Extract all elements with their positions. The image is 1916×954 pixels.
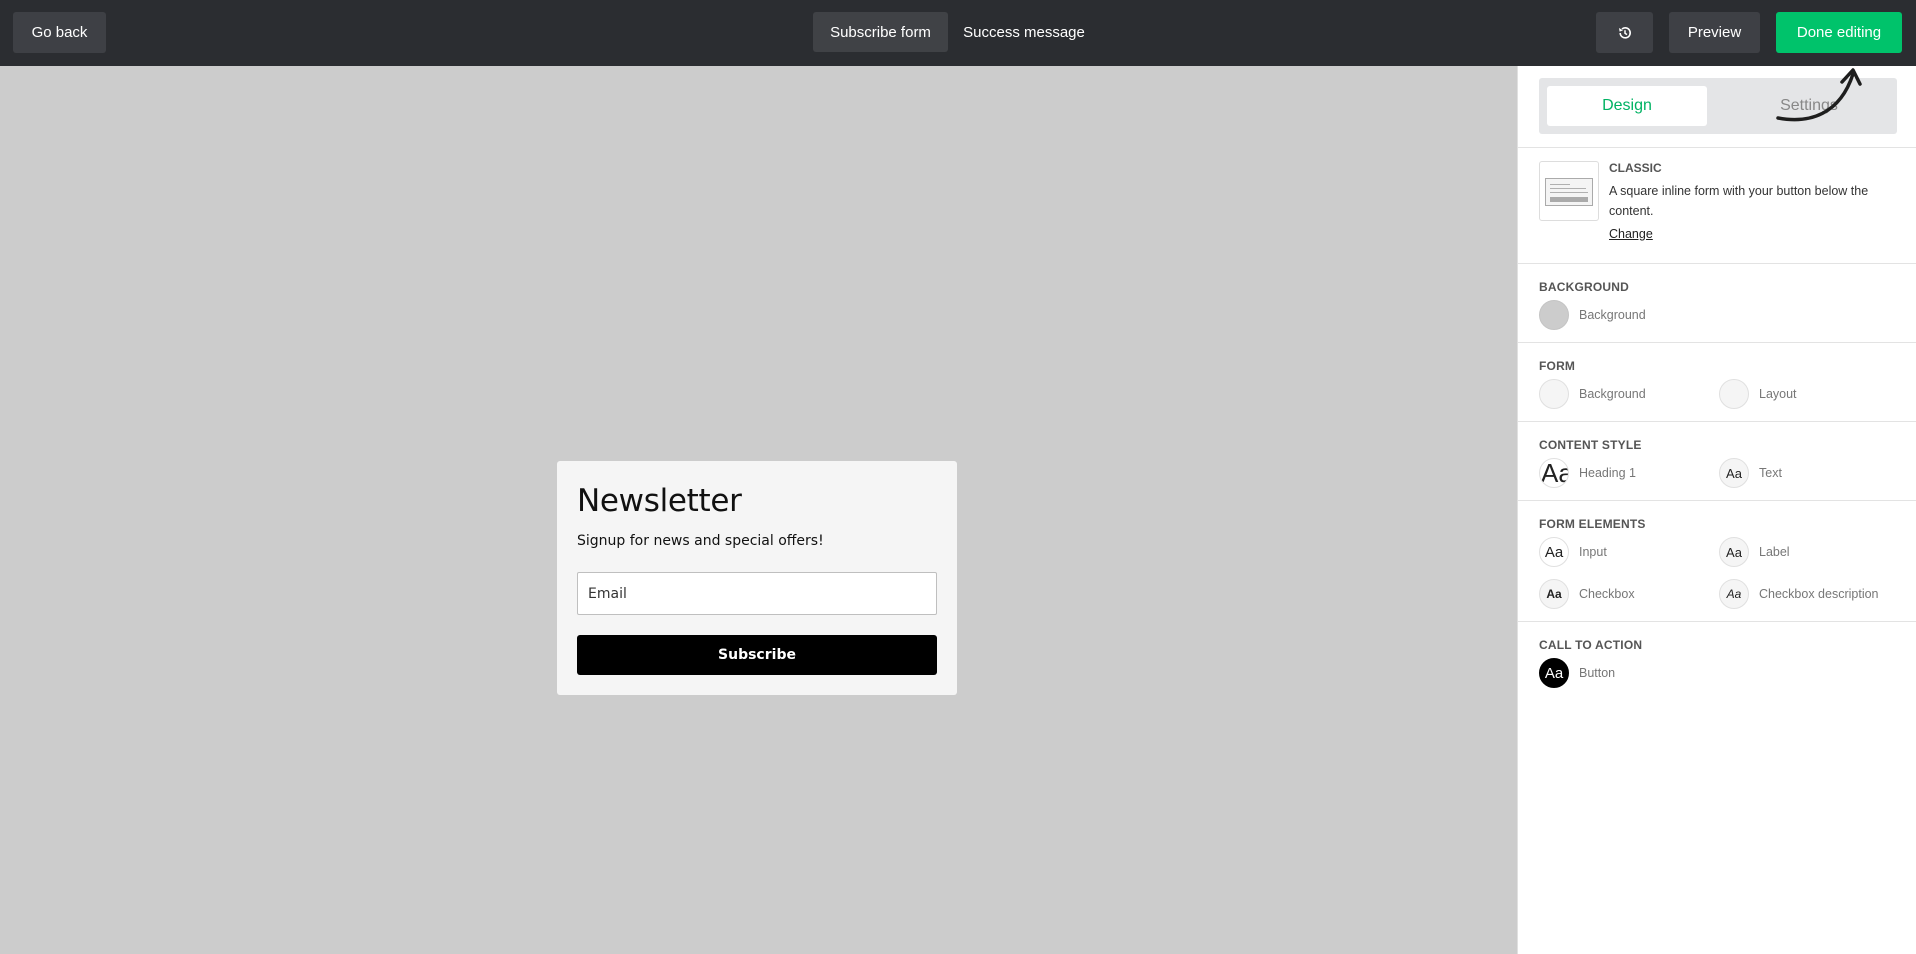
option-label: Background [1579, 308, 1646, 322]
tab-subscribe-form[interactable]: Subscribe form [813, 12, 948, 52]
option-label: Checkbox description [1759, 587, 1879, 601]
preview-button[interactable]: Preview [1669, 12, 1760, 53]
option-label: Layout [1759, 387, 1797, 401]
change-template-link[interactable]: Change [1609, 227, 1653, 241]
history-icon [1618, 26, 1631, 39]
form-background-option[interactable]: Background [1539, 379, 1646, 409]
input-glyph: Aa [1539, 537, 1569, 567]
section-title: BACKGROUND [1539, 280, 1629, 294]
thumb-bar [1550, 197, 1588, 202]
template-name: CLASSIC [1609, 161, 1662, 175]
form-title[interactable]: Newsletter [577, 483, 742, 519]
email-input[interactable] [577, 572, 937, 615]
option-label: Checkbox [1579, 587, 1635, 601]
section-title: FORM ELEMENTS [1539, 517, 1646, 531]
tab-success-message[interactable]: Success message [954, 12, 1094, 52]
section-title: CALL TO ACTION [1539, 638, 1643, 652]
text-option[interactable]: Aa Text [1719, 458, 1782, 488]
tab-design[interactable]: Design [1547, 86, 1707, 126]
done-editing-button[interactable]: Done editing [1776, 12, 1902, 53]
form-canvas: Newsletter Signup for news and special o… [0, 66, 1517, 954]
call-to-action-section: CALL TO ACTION Aa Button [1518, 622, 1916, 702]
content-style-section: CONTENT STYLE Aa Heading 1 Aa Text [1518, 422, 1916, 501]
subscribe-button[interactable]: Subscribe [577, 635, 937, 675]
background-section: BACKGROUND Background [1518, 264, 1916, 343]
heading-1-glyph: Aa [1539, 458, 1569, 488]
checkbox-description-glyph: Aa [1719, 579, 1749, 609]
thumb-line [1550, 184, 1570, 185]
label-glyph: Aa [1719, 537, 1749, 567]
history-button[interactable] [1596, 12, 1653, 53]
button-glyph: Aa [1539, 658, 1569, 688]
template-thumbnail[interactable] [1539, 161, 1599, 221]
top-bar: Go back Subscribe form Success message P… [0, 0, 1916, 66]
template-thumbnail-form [1545, 178, 1593, 206]
thumb-line [1550, 188, 1586, 189]
background-option[interactable]: Background [1539, 300, 1646, 330]
button-style-option[interactable]: Aa Button [1539, 658, 1615, 688]
template-description: A square inline form with your button be… [1609, 184, 1869, 218]
thumb-line [1550, 192, 1588, 193]
option-label: Background [1579, 387, 1646, 401]
checkbox-glyph: Aa [1539, 579, 1569, 609]
option-label: Button [1579, 666, 1616, 680]
go-back-button[interactable]: Go back [13, 12, 106, 53]
heading-1-option[interactable]: Aa Heading 1 [1539, 458, 1636, 488]
design-panel: Design Settings CLASSIC A square inline … [1517, 66, 1916, 954]
input-option[interactable]: Aa Input [1539, 537, 1607, 567]
option-label: Heading 1 [1579, 466, 1636, 480]
option-label: Label [1759, 545, 1790, 559]
form-elements-section: FORM ELEMENTS Aa Input Aa Label Aa Check… [1518, 501, 1916, 622]
option-label: Input [1579, 545, 1607, 559]
form-layout-swatch [1719, 379, 1749, 409]
form-layout-option[interactable]: Layout [1719, 379, 1797, 409]
section-title: FORM [1539, 359, 1576, 373]
checkbox-description-option[interactable]: Aa Checkbox description [1719, 579, 1879, 609]
template-section: CLASSIC A square inline form with your b… [1518, 147, 1916, 264]
checkbox-option[interactable]: Aa Checkbox [1539, 579, 1635, 609]
text-glyph: Aa [1719, 458, 1749, 488]
label-option[interactable]: Aa Label [1719, 537, 1790, 567]
form-subtitle[interactable]: Signup for news and special offers! [577, 533, 824, 549]
option-label: Text [1759, 466, 1782, 480]
form-background-swatch [1539, 379, 1569, 409]
curved-arrow-icon [1776, 68, 1862, 122]
background-swatch [1539, 300, 1569, 330]
section-title: CONTENT STYLE [1539, 438, 1642, 452]
newsletter-form[interactable]: Newsletter Signup for news and special o… [557, 461, 957, 695]
form-section: FORM Background Layout [1518, 343, 1916, 422]
